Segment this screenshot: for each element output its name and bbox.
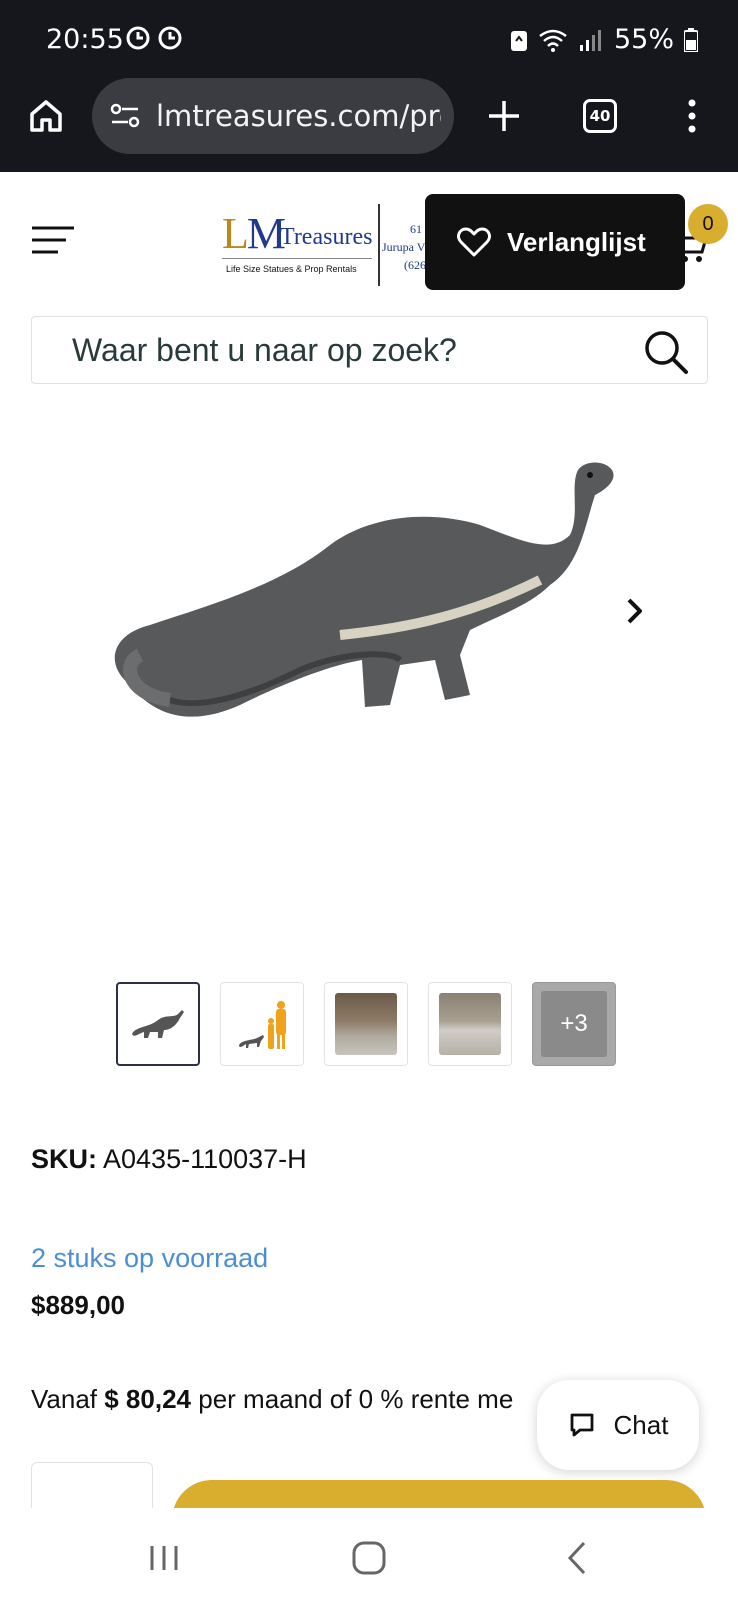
- thumbnail-more[interactable]: +3: [532, 982, 616, 1066]
- wifi-icon: [539, 29, 567, 52]
- tab-count: 40: [583, 99, 617, 133]
- plus-icon: [489, 101, 519, 131]
- thumbnail-photo-floor: [439, 993, 501, 1055]
- chat-button[interactable]: Chat: [537, 1380, 699, 1470]
- new-tab-button[interactable]: [480, 92, 528, 140]
- url-bar[interactable]: lmtreasures.com/pro: [92, 78, 454, 154]
- thumbnail-1[interactable]: [116, 982, 200, 1066]
- thumbnail-dinosaur-image: [132, 1010, 184, 1038]
- site-logo[interactable]: LM Treasures Life Size Statues & Prop Re…: [222, 204, 432, 286]
- site-settings-icon[interactable]: [110, 102, 142, 130]
- logo-tagline: Life Size Statues & Prop Rentals: [226, 264, 357, 274]
- logo-divider: [378, 204, 380, 286]
- status-bar: 20:55 55%: [0, 0, 738, 80]
- cart-count-badge[interactable]: 0: [688, 204, 728, 244]
- battery-icon: [684, 27, 698, 52]
- menu-hamburger-icon[interactable]: [30, 224, 76, 256]
- recent-apps-icon[interactable]: [144, 1538, 184, 1578]
- address-line-2: Jurupa V: [382, 240, 426, 254]
- thumbnail-4[interactable]: [428, 982, 512, 1066]
- thumbnail-size-comparison-image: [239, 1001, 286, 1049]
- home-button[interactable]: [22, 92, 70, 140]
- more-vert-icon: [688, 99, 696, 133]
- thumbnail-strip: +3: [116, 982, 616, 1066]
- thumbnail-3[interactable]: [324, 982, 408, 1066]
- address-line-3: (626: [404, 258, 426, 272]
- address-line-1: 61: [410, 222, 422, 236]
- status-time: 20:55: [46, 24, 124, 55]
- menu-button[interactable]: [668, 92, 716, 140]
- back-icon[interactable]: [558, 1538, 598, 1578]
- sku-label: SKU:: [31, 1144, 97, 1174]
- sync-icon-2: [158, 26, 182, 50]
- chat-bubble-icon: [570, 1413, 593, 1437]
- sync-icon: [126, 26, 150, 50]
- search-input[interactable]: Waar bent u naar op zoek?: [31, 316, 708, 384]
- logo-lm: LM: [222, 209, 286, 258]
- site-header: LM Treasures Life Size Statues & Prop Re…: [0, 172, 738, 302]
- search-placeholder: Waar bent u naar op zoek?: [72, 331, 457, 368]
- search-icon[interactable]: [643, 329, 689, 375]
- home-nav-icon[interactable]: [349, 1538, 389, 1578]
- product-price: $889,00: [31, 1290, 125, 1320]
- financing-suffix: per maand of 0 % rente me: [198, 1384, 514, 1414]
- heart-icon: [457, 227, 491, 257]
- logo-treasures: Treasures: [280, 224, 373, 250]
- signal-icon: [579, 29, 601, 51]
- status-right: 55%: [510, 24, 698, 55]
- battery-percent: 55%: [613, 24, 674, 55]
- product-sku: SKU: A0435-110037-H: [31, 1144, 307, 1175]
- android-nav-bar: [0, 1508, 738, 1600]
- thumbnail-2[interactable]: [220, 982, 304, 1066]
- chevron-right-icon[interactable]: [620, 596, 650, 626]
- stock-status: 2 stuks op voorraad: [31, 1243, 269, 1273]
- url-text[interactable]: lmtreasures.com/pro: [156, 99, 441, 133]
- lock-app-icon: [510, 30, 527, 51]
- more-images-label: +3: [541, 991, 607, 1057]
- wishlist-button[interactable]: Verlanglijst: [425, 194, 685, 290]
- sku-value: A0435-110037-H: [103, 1144, 307, 1174]
- home-icon: [30, 100, 62, 132]
- financing-prefix: Vanaf: [31, 1384, 98, 1414]
- logo-rule: [222, 258, 372, 259]
- chat-label: Chat: [613, 1409, 669, 1440]
- tab-switcher-button[interactable]: 40: [576, 92, 624, 140]
- browser-chrome: 20:55 55% lmtreasures.com/pro 40: [0, 0, 738, 172]
- logo-address: 61 Jurupa V (626: [382, 220, 426, 274]
- product-main-image[interactable]: [100, 455, 640, 755]
- wishlist-label: Verlanglijst: [507, 226, 646, 257]
- financing-amount: $ 80,24: [104, 1384, 191, 1414]
- financing-info: Vanaf $ 80,24 per maand of 0 % rente me: [31, 1384, 551, 1415]
- thumbnail-photo-with-person: [335, 993, 397, 1055]
